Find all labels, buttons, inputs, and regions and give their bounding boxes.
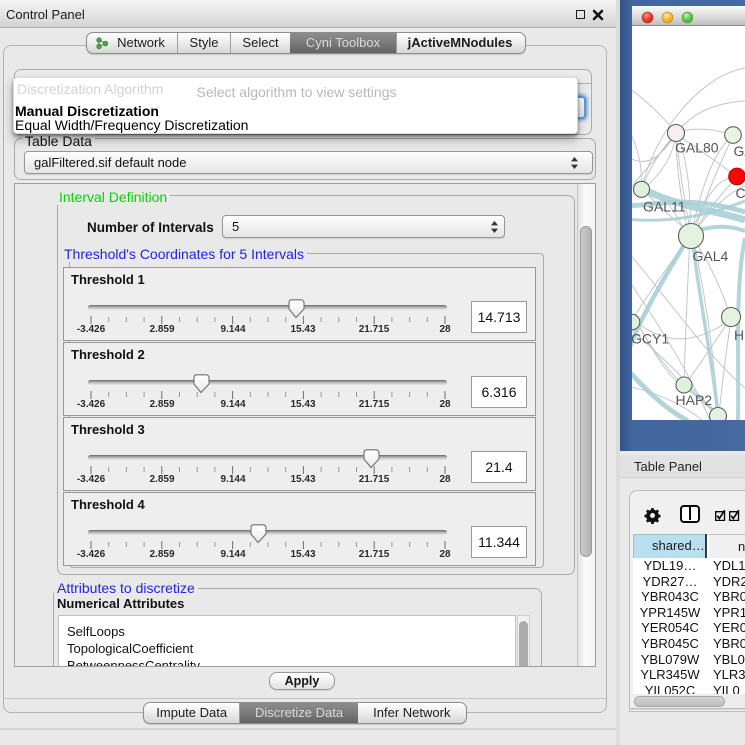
svg-text:GAL4: GAL4 bbox=[693, 248, 729, 264]
svg-text:GA: GA bbox=[734, 143, 745, 159]
svg-text:GAL80: GAL80 bbox=[675, 140, 719, 156]
svg-text:GCY1: GCY1 bbox=[632, 331, 669, 347]
svg-text:GAL11: GAL11 bbox=[643, 199, 686, 215]
svg-text:C: C bbox=[736, 185, 745, 201]
svg-text:HAP2: HAP2 bbox=[676, 392, 713, 408]
svg-text:H: H bbox=[734, 327, 744, 343]
